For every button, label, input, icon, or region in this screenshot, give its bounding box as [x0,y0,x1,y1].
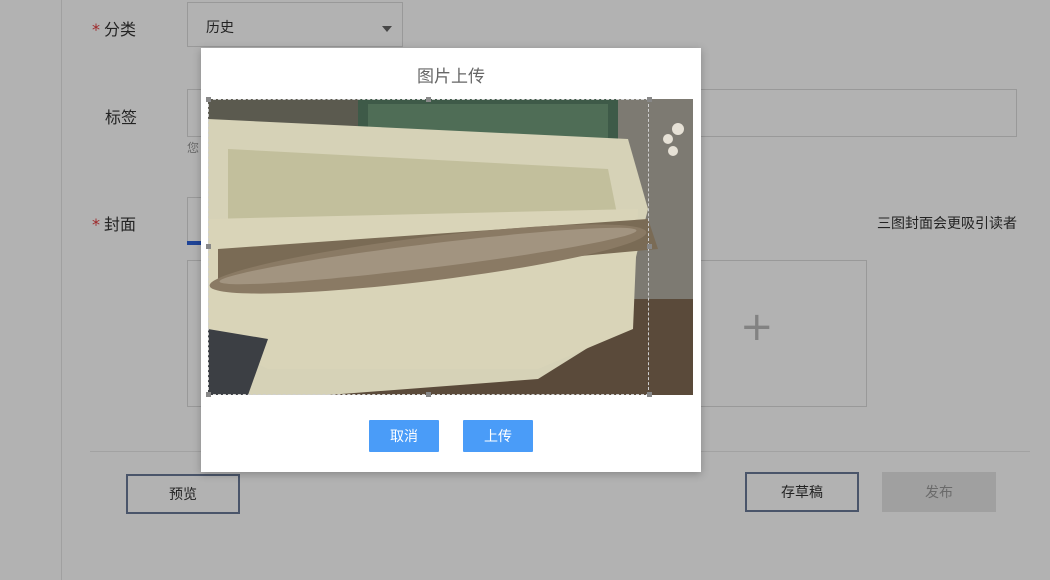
dialog-title: 图片上传 [417,67,485,87]
crop-handle-bottom-right[interactable] [647,392,652,397]
upload-button[interactable]: 上传 [463,420,533,452]
image-upload-dialog: 图片上传 取消 上传 [201,48,701,472]
crop-selection[interactable] [208,99,649,395]
crop-handle-left[interactable] [206,244,211,249]
crop-handle-top-right[interactable] [647,97,652,102]
crop-handle-bottom[interactable] [426,392,431,397]
cancel-button[interactable]: 取消 [369,420,439,452]
crop-handle-top[interactable] [426,97,431,102]
crop-handle-right[interactable] [647,244,652,249]
crop-handle-bottom-left[interactable] [206,392,211,397]
crop-handle-top-left[interactable] [206,97,211,102]
